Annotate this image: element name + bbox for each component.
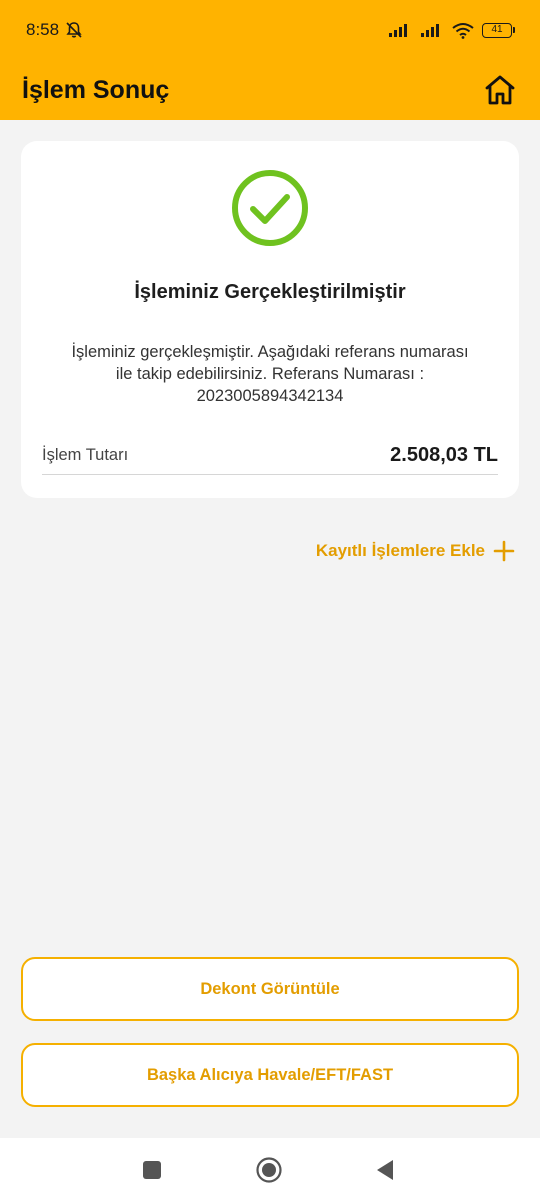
circle-icon [256, 1157, 282, 1183]
amount-label: İşlem Tutarı [42, 446, 129, 464]
add-to-saved-label: Kayıtlı İşlemlere Ekle [315, 541, 485, 560]
add-to-saved-link[interactable]: Kayıtlı İşlemlere Ekle [316, 537, 515, 565]
wifi-icon [452, 22, 474, 39]
square-icon [143, 1161, 161, 1179]
transfer-other-recipient-button[interactable]: Başka Alıcıya Havale/EFT/FAST [21, 1043, 519, 1107]
signal-icon [389, 24, 407, 37]
home-nav-button[interactable] [254, 1155, 284, 1185]
success-check-icon [232, 170, 308, 246]
result-title: İşleminiz Gerçekleştirilmiştir [134, 281, 406, 303]
app-header: 8:58 41 İşlem Sonuç [0, 0, 540, 120]
recents-button[interactable] [137, 1155, 167, 1185]
result-card: İşleminiz Gerçekleştirilmiştir İşleminiz… [21, 141, 519, 498]
amount-value: 2.508,03 TL [390, 444, 498, 466]
page-title: İşlem Sonuç [22, 75, 170, 104]
view-receipt-button[interactable]: Dekont Görüntüle [21, 957, 519, 1021]
back-button[interactable] [370, 1155, 400, 1185]
result-description: İşleminiz gerçekleşmiştir. Aşağıdaki ref… [71, 343, 469, 405]
bell-muted-icon [66, 22, 82, 38]
home-icon [485, 75, 515, 105]
plus-icon [493, 540, 515, 562]
status-time: 8:58 [26, 20, 60, 39]
home-button[interactable] [480, 70, 520, 110]
status-bar: 8:58 41 [0, 0, 540, 60]
signal-icon-2 [421, 24, 439, 37]
system-nav-bar [0, 1138, 540, 1200]
battery-icon: 41 [482, 22, 515, 38]
back-triangle-icon [377, 1160, 393, 1180]
amount-row: İşlem Tutarı 2.508,03 TL [42, 437, 498, 475]
